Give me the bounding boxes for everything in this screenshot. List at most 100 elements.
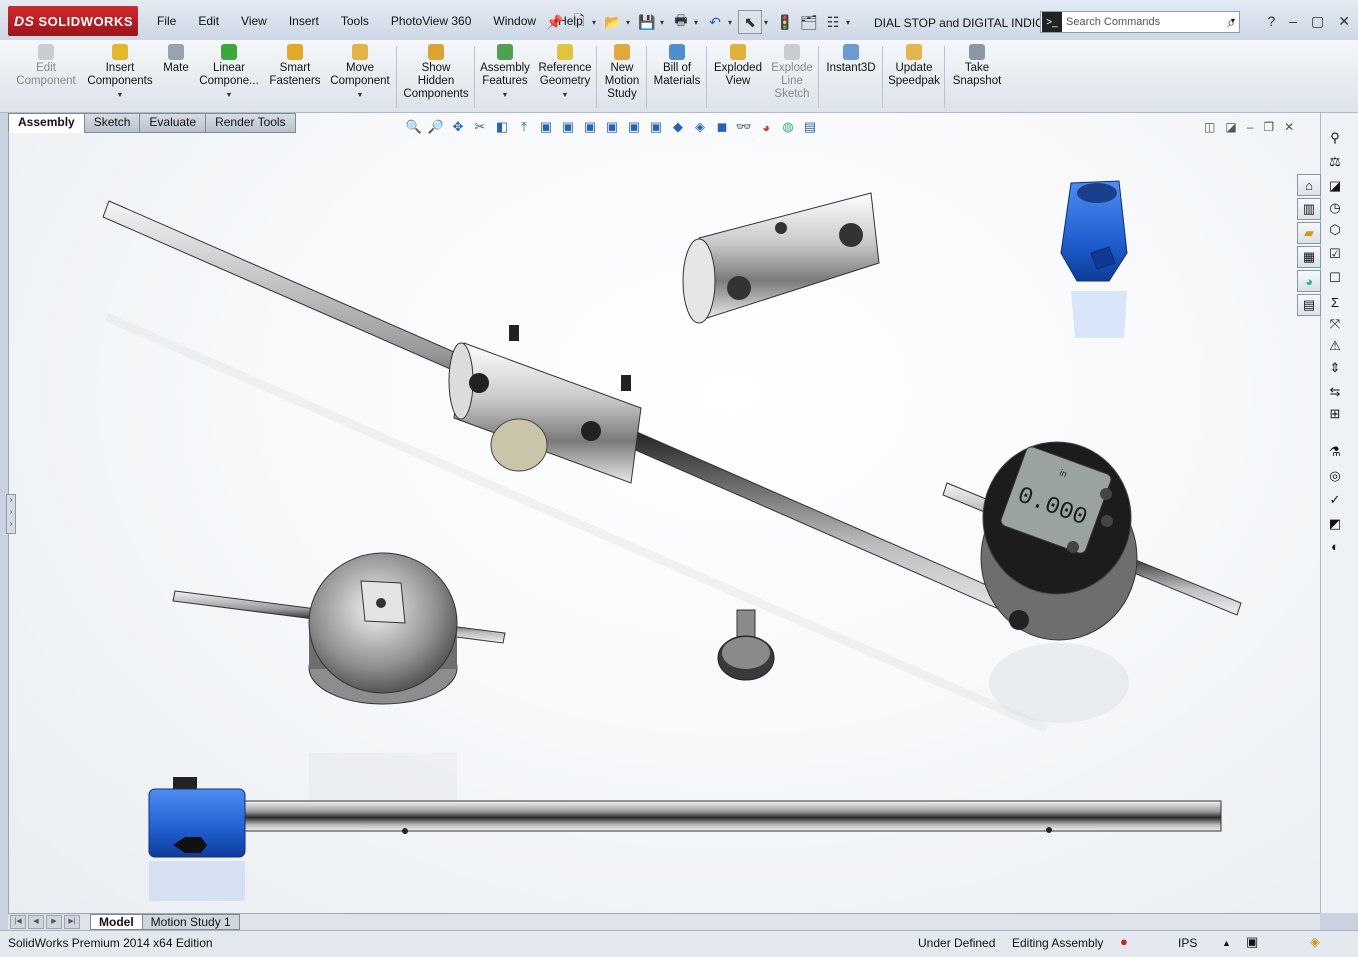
viewport-minimize-icon[interactable]: – (1247, 120, 1254, 134)
menu-photoview[interactable]: PhotoView 360 (380, 12, 483, 32)
costing-icon[interactable]: ◩ (1324, 514, 1346, 534)
compare-documents-icon[interactable]: ⊞ (1324, 404, 1346, 424)
move-component-button[interactable]: Move Component ▼ (326, 44, 394, 102)
appearances-tab[interactable]: ◕ (1297, 270, 1321, 292)
edit-component-button[interactable]: Edit Component (14, 44, 78, 88)
cube-bottom-icon[interactable]: ▣ (648, 119, 664, 135)
last-tab-arrow-icon[interactable]: ▶| (64, 915, 80, 929)
menu-tools[interactable]: Tools (330, 12, 380, 32)
cube-front-icon[interactable]: ▣ (538, 119, 554, 135)
diagonal-rod-part[interactable] (102, 200, 1056, 733)
solidworks-resources-tab[interactable]: ⌂ (1297, 174, 1321, 196)
view-palette-tab[interactable]: ▦ (1297, 246, 1321, 268)
solidworks-logo[interactable]: DS SOLIDWORKS (8, 6, 138, 36)
tab-motion-study-1[interactable]: Motion Study 1 (141, 914, 240, 930)
select-arrow-icon[interactable]: ⬉ (738, 10, 762, 34)
hole-alignment-icon[interactable]: ⇆ (1324, 382, 1346, 402)
verify-icon[interactable]: ☐ (1324, 268, 1346, 288)
dial-stop-part[interactable] (172, 552, 506, 813)
prev-tab-arrow-icon[interactable]: ◀ (28, 915, 44, 929)
tab-model[interactable]: Model (90, 914, 143, 930)
clearance-verification-icon[interactable]: ⇕ (1324, 358, 1346, 378)
pushpin-icon[interactable]: 📌 (544, 11, 566, 33)
menu-window[interactable]: Window (482, 12, 547, 32)
simulation-xpress-icon[interactable]: ⚗ (1324, 442, 1346, 462)
display-style-icon[interactable]: ◼ (714, 119, 730, 135)
exploded-view-button[interactable]: Exploded View (710, 44, 766, 88)
flow-xpress-icon[interactable]: ◎ (1324, 466, 1346, 486)
close-icon[interactable]: ✕ (1338, 13, 1350, 30)
print-dropdown-icon[interactable]: ▾ (694, 18, 702, 27)
file-explorer-tab[interactable]: ▰ (1297, 222, 1321, 244)
search-commands-box[interactable]: >_ Search Commands ⌕ (1040, 11, 1240, 33)
show-hidden-components-button[interactable]: Show Hidden Components (400, 44, 472, 101)
shaded-display-icon[interactable]: ◈ (692, 119, 708, 135)
measure-icon[interactable]: ⚲ (1324, 128, 1346, 148)
tab-assembly[interactable]: Assembly (8, 113, 85, 133)
first-tab-arrow-icon[interactable]: |◀ (10, 915, 26, 929)
pan-icon[interactable]: ✥ (450, 119, 466, 135)
check-icon[interactable]: ⬡ (1324, 220, 1346, 240)
warning-icon[interactable]: ⚠ (1324, 336, 1346, 356)
drift-check-icon[interactable]: ✓ (1324, 490, 1346, 510)
rebuild-status-icon[interactable]: ● (1120, 934, 1128, 949)
isometric-icon[interactable]: ◆ (670, 119, 686, 135)
zoom-to-area-icon[interactable]: 🔎 (428, 119, 444, 135)
status-units[interactable]: IPS (1178, 936, 1197, 950)
slider-block-part[interactable] (448, 325, 642, 484)
smart-fasteners-button[interactable]: Smart Fasteners (266, 44, 324, 88)
sustainability-icon[interactable]: ◐ (1324, 536, 1346, 556)
reference-geometry-dropdown-icon[interactable]: ▼ (536, 89, 594, 102)
custom-properties-tab[interactable]: ▤ (1297, 294, 1321, 316)
undo-icon[interactable]: ↶ (704, 11, 726, 33)
cube-right-icon[interactable]: ▣ (604, 119, 620, 135)
horizontal-rod-part[interactable] (244, 800, 1222, 834)
thumb-screw-part[interactable] (717, 609, 775, 681)
instant3d-button[interactable]: Instant3D (822, 44, 880, 75)
help-icon[interactable]: ? (1267, 13, 1275, 30)
move-component-dropdown-icon[interactable]: ▼ (326, 89, 394, 102)
maximize-icon[interactable]: ▢ (1311, 13, 1324, 30)
view-settings-icon[interactable]: ▤ (802, 119, 818, 135)
assembly-features-dropdown-icon[interactable]: ▼ (478, 89, 532, 102)
menu-view[interactable]: View (230, 12, 278, 32)
assembly-features-button[interactable]: Assembly Features ▼ (478, 44, 532, 102)
viewport-close-icon[interactable]: ✕ (1284, 120, 1294, 134)
units-dropdown-icon[interactable]: ▲ (1222, 938, 1231, 948)
open-dropdown-icon[interactable]: ▾ (626, 18, 634, 27)
insert-components-dropdown-icon[interactable]: ▼ (84, 89, 156, 102)
cube-left-icon[interactable]: ▣ (582, 119, 598, 135)
digital-indicator-part[interactable]: 0.000 in (942, 441, 1242, 723)
rebuild-traffic-light-icon[interactable]: 🚦 (774, 11, 796, 33)
next-tab-arrow-icon[interactable]: ▶ (46, 915, 62, 929)
edit-appearance-icon[interactable]: ◕ (758, 119, 774, 135)
quick-tips-icon[interactable]: ▣ (1246, 934, 1258, 950)
interference-detection-icon[interactable]: ⤧ (1324, 314, 1346, 334)
feature-manager-expand-handle[interactable]: › › › (6, 494, 16, 534)
explode-line-sketch-button[interactable]: Explode Line Sketch (768, 44, 816, 101)
options-icon[interactable]: ☷ (822, 11, 844, 33)
section-view-icon[interactable]: ✂ (472, 119, 488, 135)
sum-icon[interactable]: Σ (1324, 292, 1346, 312)
tab-sketch[interactable]: Sketch (83, 113, 141, 133)
view-orientation-icon[interactable]: ◧ (494, 119, 510, 135)
print-icon[interactable]: 🖶 (670, 11, 692, 33)
minimize-icon[interactable]: – (1289, 13, 1297, 30)
linear-component-dropdown-icon[interactable]: ▼ (196, 89, 262, 102)
select-dropdown-icon[interactable]: ▾ (764, 18, 772, 27)
tab-render-tools[interactable]: Render Tools (205, 113, 296, 133)
undo-dropdown-icon[interactable]: ▾ (728, 18, 736, 27)
viewport-maximize-icon[interactable]: ❐ (1263, 120, 1274, 134)
cube-top-icon[interactable]: ▣ (626, 119, 642, 135)
menu-edit[interactable]: Edit (187, 12, 230, 32)
open-folder-icon[interactable]: 📂 (602, 11, 624, 33)
new-motion-study-button[interactable]: New Motion Study (600, 44, 644, 101)
clamp-block-part[interactable] (682, 192, 880, 324)
insert-components-button[interactable]: Insert Components ▼ (84, 44, 156, 102)
graphics-area[interactable]: 0.000 in (8, 113, 1321, 913)
blue-rod-block-part[interactable] (148, 777, 246, 901)
menu-insert[interactable]: Insert (278, 12, 330, 32)
blue-knob-part[interactable] (1060, 180, 1128, 338)
tab-evaluate[interactable]: Evaluate (139, 113, 207, 133)
hide-show-items-icon[interactable]: 👓 (736, 119, 752, 135)
